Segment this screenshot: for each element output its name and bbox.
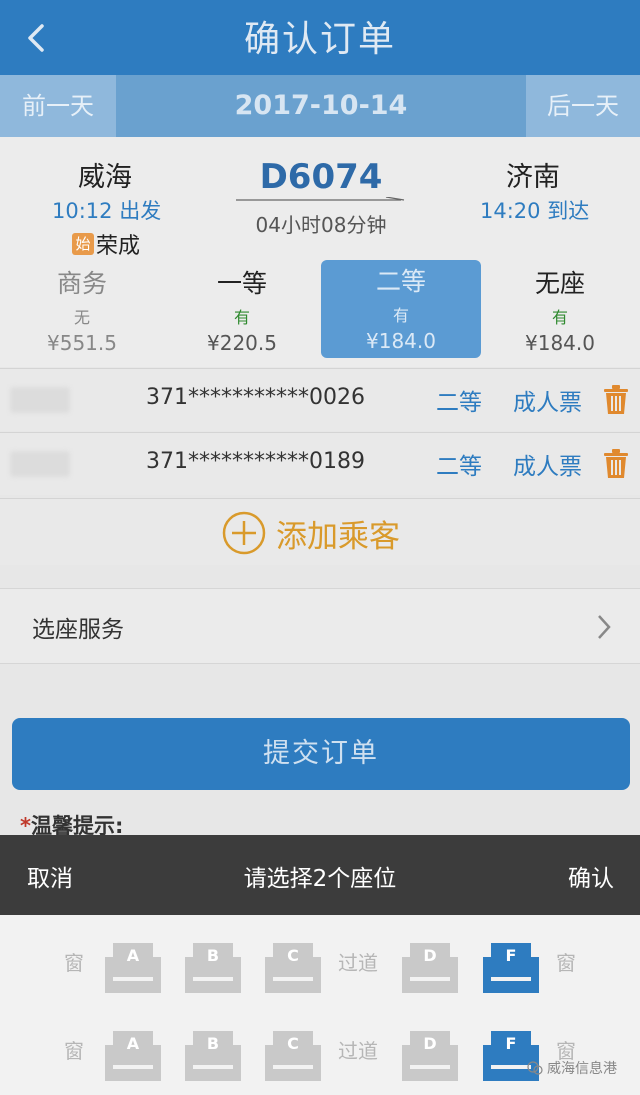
route-arrow-icon [236, 197, 405, 201]
add-passenger-label: 添加乘客 [276, 519, 400, 555]
picker-title: 请选择2个座位 [243, 866, 397, 892]
window-label: 窗 [64, 1039, 84, 1063]
passenger-row[interactable]: 371***********0026 二等 成人票 [0, 368, 640, 431]
departure-city: 威海 [78, 162, 132, 193]
plus-circle-icon [222, 511, 266, 555]
seat-letter: C [287, 1034, 299, 1053]
seat-selection-service[interactable]: 选座服务 [0, 588, 640, 664]
seat-letter: F [505, 946, 517, 965]
page-title: 确认订单 [243, 19, 396, 60]
seat-class-price: ¥184.0 [366, 329, 436, 353]
seat-class-standing[interactable]: 无座 有 ¥184.0 [480, 262, 640, 360]
seat-class-availability: 有 [551, 308, 568, 327]
train-number: D6074 [259, 157, 383, 197]
date-bar: 前一天 2017-10-14 后一天 [0, 75, 640, 137]
seat-letter: B [206, 1034, 220, 1053]
departure-time: 10:12 出发 [52, 199, 162, 223]
service-label: 选座服务 [32, 617, 124, 643]
chevron-right-icon [598, 615, 611, 639]
seat-c-button[interactable]: C [261, 937, 325, 995]
passenger-ticket-type[interactable]: 成人票 [513, 383, 582, 417]
prev-day-button[interactable]: 前一天 [0, 75, 116, 137]
window-label: 窗 [556, 951, 576, 975]
train-info: 威海 10:12 出发 始 荣成 D6074 04小时08分钟 济南 14:20… [0, 137, 640, 367]
seat-letter: B [206, 946, 220, 965]
passenger-id: 371***********0026 [146, 385, 365, 410]
seat-class-price: ¥220.5 [207, 331, 277, 355]
trash-icon[interactable] [603, 385, 629, 415]
header: 确认订单 [0, 0, 640, 75]
seat-a-button[interactable]: A [101, 1025, 165, 1083]
wechat-icon [527, 1061, 543, 1075]
seat-class-name: 二等 [375, 267, 426, 296]
next-day-button[interactable]: 后一天 [526, 75, 640, 137]
seat-b-button[interactable]: B [181, 937, 245, 995]
origin-tag: 始 [72, 233, 94, 255]
seat-class-availability: 有 [233, 308, 250, 327]
seat-class-availability: 有 [392, 306, 409, 325]
seat-b-button[interactable]: B [181, 1025, 245, 1083]
aisle-label: 过道 [338, 1039, 378, 1063]
passenger-id: 371***********0189 [146, 449, 365, 474]
origin-station-name: 荣成 [96, 234, 141, 259]
seat-class-business[interactable]: 商务 无 ¥551.5 [2, 262, 162, 360]
seat-letter: A [126, 1034, 140, 1053]
seat-row: 窗 A B C 过道 D F 窗 [0, 935, 640, 1001]
arrival-time: 14:20 到达 [480, 199, 590, 223]
travel-date[interactable]: 2017-10-14 [116, 75, 526, 137]
seat-d-button[interactable]: D [398, 937, 462, 995]
watermark-text: 威海信息港 [547, 1061, 617, 1077]
seat-a-button[interactable]: A [101, 937, 165, 995]
seat-class-second[interactable]: 二等 有 ¥184.0 [321, 260, 481, 358]
seat-class-first[interactable]: 一等 有 ¥220.5 [162, 262, 322, 360]
seat-letter: A [126, 946, 140, 965]
trip-duration: 04小时08分钟 [255, 213, 387, 237]
seat-class-price: ¥184.0 [525, 331, 595, 355]
passenger-ticket-type[interactable]: 成人票 [513, 447, 582, 481]
origin-station: 始 荣成 [72, 228, 140, 260]
seat-class-name: 商务 [56, 269, 107, 298]
passenger-seat-class[interactable]: 二等 [436, 383, 482, 417]
seat-letter: D [423, 1034, 437, 1053]
aisle-label: 过道 [338, 951, 378, 975]
seat-letter: F [505, 1034, 517, 1053]
seat-letter: C [287, 946, 299, 965]
add-passenger-button[interactable]: 添加乘客 [0, 498, 640, 565]
submit-order-button[interactable]: 提交订单 [12, 718, 630, 790]
seat-f-button-selected[interactable]: F [479, 937, 543, 995]
seat-class-availability: 无 [73, 308, 90, 327]
seat-d-button[interactable]: D [398, 1025, 462, 1083]
seat-letter: D [423, 946, 437, 965]
seat-row: 窗 A B C 过道 D F 窗 [0, 1023, 640, 1089]
passenger-name-blurred [10, 387, 70, 413]
seat-class-name: 无座 [534, 269, 585, 298]
confirm-button[interactable]: 确认 [568, 859, 614, 893]
passenger-row[interactable]: 371***********0189 二等 成人票 [0, 432, 640, 495]
seat-picker-toolbar: 取消 请选择2个座位 确认 [0, 835, 640, 915]
seat-class-list: 商务 无 ¥551.5 一等 有 ¥220.5 二等 有 ¥184.0 无座 有… [0, 260, 640, 362]
seat-class-name: 一等 [216, 269, 267, 298]
passenger-seat-class[interactable]: 二等 [436, 447, 482, 481]
seat-class-price: ¥551.5 [47, 331, 117, 355]
trash-icon[interactable] [603, 449, 629, 479]
passenger-name-blurred [10, 451, 70, 477]
window-label: 窗 [64, 951, 84, 975]
arrival-city: 济南 [506, 162, 560, 193]
watermark: 威海信息港 [527, 1058, 617, 1078]
seat-c-button[interactable]: C [261, 1025, 325, 1083]
